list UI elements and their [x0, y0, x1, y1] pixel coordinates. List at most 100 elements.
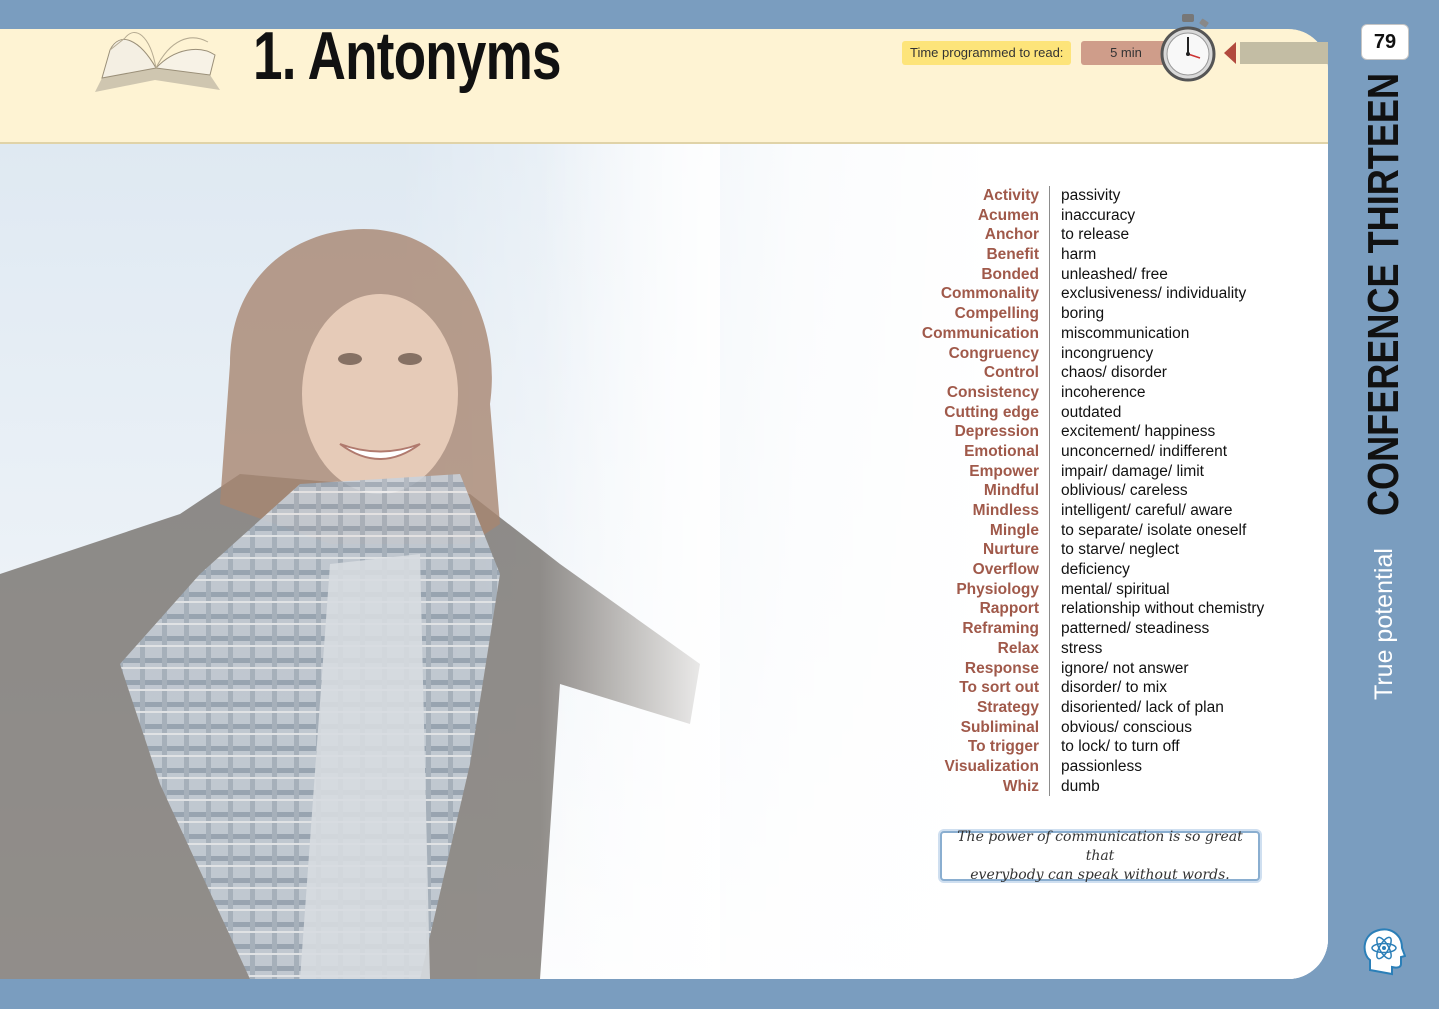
antonym: incoherence	[1061, 383, 1146, 401]
antonym-row: Response ignore/ not answer	[860, 658, 1300, 679]
term: To trigger	[860, 737, 1050, 757]
antonym-row: Empower impair/ damage/ limit	[860, 461, 1300, 482]
head-atom-icon	[1363, 928, 1406, 976]
arrow-left-icon	[1224, 42, 1328, 64]
term: To sort out	[860, 678, 1050, 698]
term: Congruency	[860, 343, 1050, 364]
antonym: stress	[1061, 639, 1103, 657]
person-photo	[0, 144, 720, 979]
term: Communication	[860, 323, 1050, 344]
antonym: deficiency	[1061, 561, 1130, 579]
term: Rapport	[860, 599, 1050, 620]
term: Reframing	[860, 619, 1050, 639]
antonym: chaos/ disorder	[1061, 364, 1167, 382]
antonym-row: Relax stress	[860, 638, 1300, 659]
term: Emotional	[860, 441, 1050, 462]
antonym-row: Control chaos/ disorder	[860, 363, 1300, 383]
antonym-row: Compelling boring	[860, 304, 1300, 324]
antonym-row: Cutting edge outdated	[860, 402, 1300, 423]
term: Empower	[860, 461, 1050, 482]
antonym: excitement/ happiness	[1061, 423, 1216, 441]
antonym: passivity	[1061, 187, 1121, 204]
term: Benefit	[860, 245, 1050, 265]
antonym: inaccuracy	[1061, 206, 1136, 224]
antonym-row: Physiology mental/ spiritual	[860, 579, 1300, 600]
term: Activity	[860, 186, 1050, 206]
quote-box: The power of communication is so great t…	[940, 828, 1260, 883]
antonym: exclusiveness/ individuality	[1061, 285, 1247, 303]
antonym: boring	[1061, 305, 1105, 323]
antonym-row: Anchor to release	[860, 225, 1300, 246]
antonym-row: Mingle to separate/ isolate oneself	[860, 520, 1300, 541]
reading-time-value: 5 min	[1081, 41, 1171, 65]
antonym: relationship without chemistry	[1061, 600, 1265, 618]
term: Mingle	[860, 520, 1050, 541]
term: Consistency	[860, 382, 1050, 403]
antonym-list: Activity passivity Acumen inaccuracy Anchor t…	[860, 186, 1300, 797]
term: Bonded	[860, 264, 1050, 285]
antonym-row: Communication miscommunication	[860, 323, 1300, 344]
term: Cutting edge	[860, 402, 1050, 423]
antonym-row: Benefit harm	[860, 245, 1300, 265]
antonym: unleashed/ free	[1061, 265, 1168, 283]
term: Nurture	[860, 540, 1050, 561]
antonym: to lock/ to turn off	[1061, 738, 1180, 756]
stopwatch-icon	[1160, 14, 1216, 82]
section-heading: True potential CONFERENCE THIRTEEN	[1354, 73, 1414, 700]
term: Overflow	[860, 560, 1050, 580]
antonym-row: Whiz dumb	[860, 776, 1300, 797]
antonym-row: Mindful oblivious/ careless	[860, 481, 1300, 501]
antonym: to starve/ neglect	[1061, 541, 1180, 559]
term: Physiology	[860, 579, 1050, 600]
antonym: disoriented/ lack of plan	[1061, 698, 1224, 716]
term: Strategy	[860, 697, 1050, 718]
antonym-row: Commonality exclusiveness/ individuality	[860, 284, 1300, 305]
antonym: outdated	[1061, 403, 1122, 421]
antonym-row: Overflow deficiency	[860, 560, 1300, 580]
antonym: patterned/ steadiness	[1061, 620, 1210, 638]
antonym: incongruency	[1061, 344, 1154, 362]
term: Anchor	[860, 225, 1050, 246]
antonym: dumb	[1061, 777, 1100, 795]
antonym: passionless	[1061, 757, 1142, 775]
antonym-row: Subliminal obvious/ conscious	[860, 717, 1300, 738]
antonym: impair/ damage/ limit	[1061, 462, 1204, 480]
term: Mindless	[860, 501, 1050, 521]
antonym-row: Visualization passionless	[860, 756, 1300, 777]
quote-line-2: everybody can speak without words.	[970, 866, 1230, 883]
page-number: 79	[1361, 24, 1409, 60]
antonym-row: Activity passivity	[860, 186, 1300, 206]
term: Relax	[860, 638, 1050, 659]
antonym-row: Mindless intelligent/ careful/ aware	[860, 501, 1300, 521]
antonym-row: To sort out disorder/ to mix	[860, 678, 1300, 698]
antonym-row: Consistency incoherence	[860, 382, 1300, 403]
antonym: unconcerned/ indifferent	[1061, 442, 1228, 460]
antonym-row: Bonded unleashed/ free	[860, 264, 1300, 285]
antonym-row: Reframing patterned/ steadiness	[860, 619, 1300, 639]
term: Subliminal	[860, 717, 1050, 738]
antonym: to separate/ isolate oneself	[1061, 521, 1247, 539]
antonym: mental/ spiritual	[1061, 580, 1170, 598]
antonym-row: Nurture to starve/ neglect	[860, 540, 1300, 561]
quote-line-1: The power of communication is so great t…	[957, 828, 1243, 864]
term: Control	[860, 363, 1050, 383]
antonym: oblivious/ careless	[1061, 482, 1188, 500]
page-title: 1. Antonyms	[253, 18, 562, 94]
antonym: to release	[1061, 226, 1130, 244]
reading-time-label: Time programmed to read:	[902, 41, 1072, 65]
term: Commonality	[860, 284, 1050, 305]
antonym-row: Strategy disoriented/ lack of plan	[860, 697, 1300, 718]
term: Response	[860, 658, 1050, 679]
antonym: ignore/ not answer	[1061, 659, 1189, 677]
open-book-icon	[95, 32, 220, 92]
antonym: obvious/ conscious	[1061, 718, 1192, 736]
term: Whiz	[860, 776, 1050, 797]
term: Visualization	[860, 756, 1050, 777]
section-subtitle: True potential	[1369, 548, 1398, 700]
antonym-row: Depression excitement/ happiness	[860, 422, 1300, 442]
term: Depression	[860, 422, 1050, 442]
antonym-row: Emotional unconcerned/ indifferent	[860, 441, 1300, 462]
term: Mindful	[860, 481, 1050, 501]
antonym-row: Rapport relationship without chemistry	[860, 599, 1300, 620]
antonym: disorder/ to mix	[1061, 679, 1167, 697]
